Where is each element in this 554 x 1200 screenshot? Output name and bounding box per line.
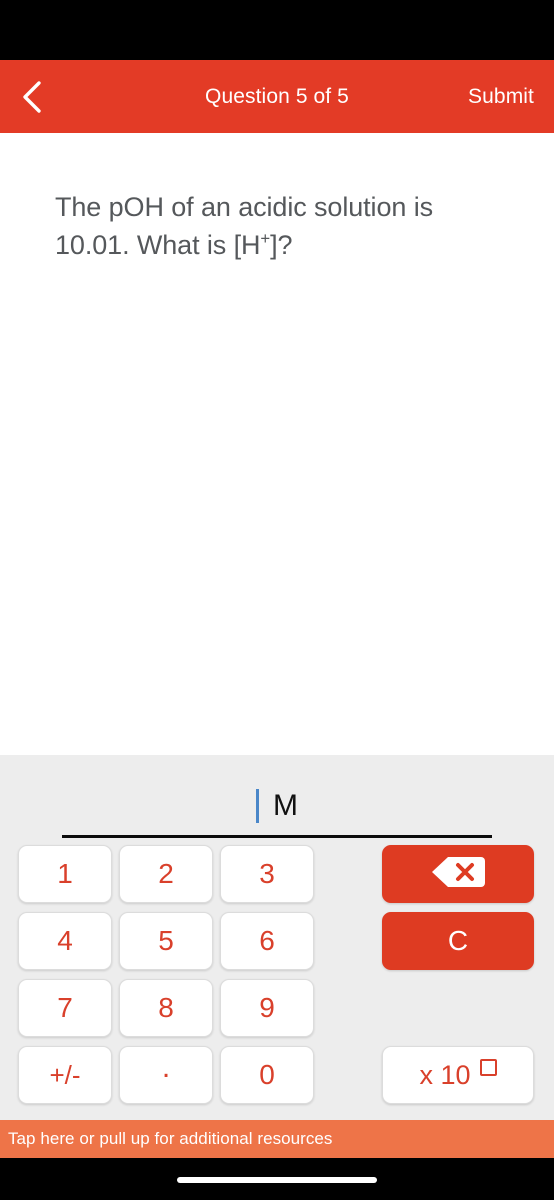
question-line-1: The pOH of an acidic solution is: [55, 192, 433, 222]
key-3[interactable]: 3: [220, 845, 314, 903]
answer-underline: [62, 835, 492, 838]
hydrogen-ion-charge: +: [260, 229, 271, 248]
exponent-label: x 10: [419, 1059, 471, 1090]
question-panel: The pOH of an acidic solution is 10.01. …: [0, 133, 554, 755]
answer-unit-label: M: [273, 789, 298, 822]
key-2[interactable]: 2: [119, 845, 213, 903]
backspace-button[interactable]: [382, 845, 534, 903]
clear-button[interactable]: C: [382, 912, 534, 970]
number-pad: 1 2 3 4 5 6 7 8 9 +/- . 0: [18, 845, 316, 1104]
action-column: C x 10: [382, 845, 534, 1104]
key-plus-minus[interactable]: +/-: [18, 1046, 112, 1104]
app-root: Question 5 of 5 Submit The pOH of an aci…: [0, 0, 554, 1200]
backspace-icon: [430, 855, 486, 894]
additional-resources-bar[interactable]: Tap here or pull up for additional resou…: [0, 1120, 554, 1158]
text-caret: [256, 789, 259, 823]
additional-resources-label: Tap here or pull up for additional resou…: [8, 1129, 333, 1148]
key-5[interactable]: 5: [119, 912, 213, 970]
question-line-2-suffix: ]?: [270, 230, 293, 260]
home-indicator-area: [0, 1158, 554, 1200]
key-8[interactable]: 8: [119, 979, 213, 1037]
question-line-2-prefix: 10.01. What is [H: [55, 230, 261, 260]
exponent-placeholder-box: [479, 1058, 497, 1076]
key-9[interactable]: 9: [220, 979, 314, 1037]
app-header: Question 5 of 5 Submit: [0, 60, 554, 133]
key-decimal[interactable]: .: [119, 1046, 213, 1104]
clear-label: C: [447, 925, 469, 956]
key-6[interactable]: 6: [220, 912, 314, 970]
home-indicator[interactable]: [177, 1177, 377, 1183]
answer-row: M: [62, 784, 492, 828]
answer-input[interactable]: M: [62, 775, 492, 838]
key-1[interactable]: 1: [18, 845, 112, 903]
status-bar: [0, 0, 554, 60]
key-7[interactable]: 7: [18, 979, 112, 1037]
keypad-panel: M 1 2 3 4 5 6 7 8 9 +/- . 0 C x 10: [0, 755, 554, 1120]
key-0[interactable]: 0: [220, 1046, 314, 1104]
submit-button[interactable]: Submit: [468, 85, 534, 109]
exponent-button[interactable]: x 10: [382, 1046, 534, 1104]
question-text: The pOH of an acidic solution is 10.01. …: [55, 188, 510, 264]
key-4[interactable]: 4: [18, 912, 112, 970]
